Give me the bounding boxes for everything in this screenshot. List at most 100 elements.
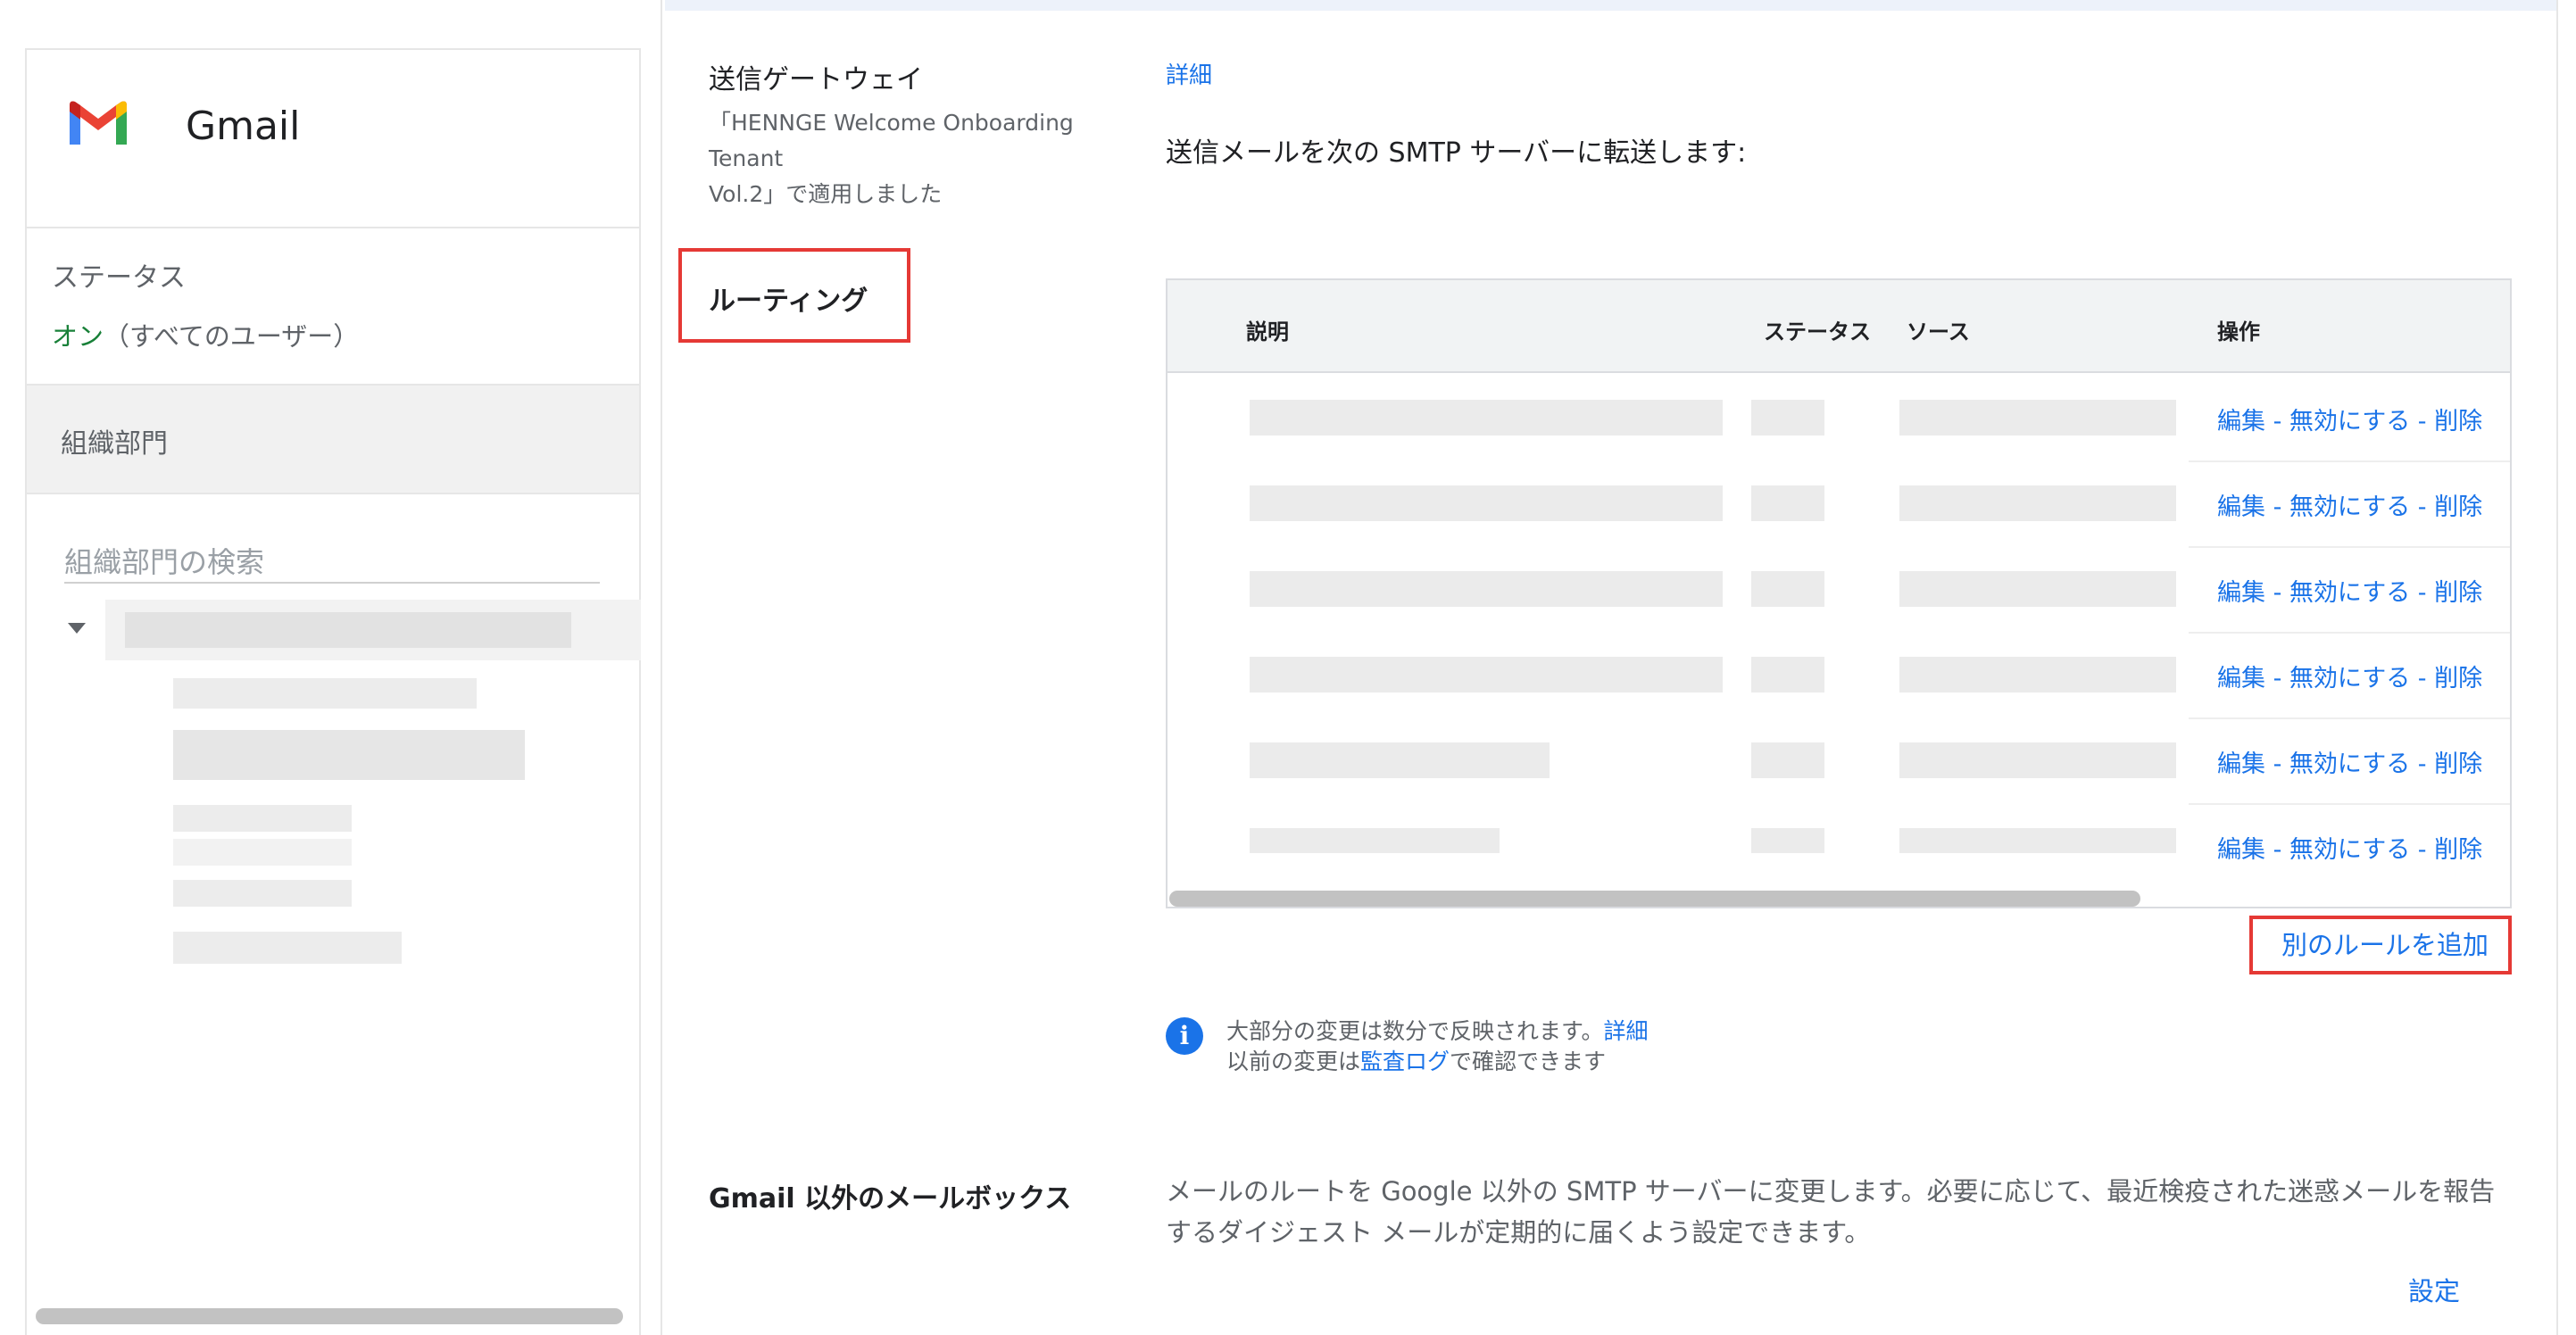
- column-header-actions: 操作: [2217, 319, 2260, 344]
- row-divider: [2189, 803, 2510, 805]
- non-gmail-description: メールのルートを Google 以外の SMTP サーバーに変更します。必要に応…: [1166, 1176, 2496, 1248]
- tree-item[interactable]: [125, 612, 571, 648]
- redacted-source: [1899, 828, 2176, 853]
- row-divider: [2189, 717, 2510, 719]
- tree-item[interactable]: [173, 880, 352, 907]
- delete-rule-link[interactable]: 削除: [2434, 493, 2482, 521]
- applied-line-1: 「HENNGE Welcome Onboarding Tenant: [709, 110, 1074, 171]
- action-separator: -: [2265, 665, 2289, 692]
- redacted-status: [1751, 657, 1824, 692]
- delete-rule-link[interactable]: 削除: [2434, 836, 2482, 864]
- divider: [27, 227, 639, 228]
- edit-rule-link[interactable]: 編集: [2217, 579, 2265, 607]
- outbound-gateway-applied: 「HENNGE Welcome Onboarding Tenant Vol.2」…: [709, 105, 1137, 212]
- tree-item[interactable]: [173, 730, 525, 780]
- outbound-gateway-label: 送信ゲートウェイ: [709, 64, 923, 95]
- action-separator: -: [2265, 836, 2289, 864]
- redacted-description: [1250, 828, 1500, 853]
- gateway-description: 送信メールを次の SMTP サーバーに転送します:: [1166, 137, 1747, 169]
- delete-rule-link[interactable]: 削除: [2434, 750, 2482, 778]
- info-prefix: 以前の変更は: [1226, 1049, 1361, 1074]
- redacted-source: [1899, 571, 2176, 607]
- redacted-status: [1751, 485, 1824, 521]
- left-panel-scrollbar[interactable]: [36, 1308, 623, 1324]
- redacted-source: [1899, 742, 2176, 778]
- disable-rule-link[interactable]: 無効にする: [2289, 408, 2410, 435]
- delete-rule-link[interactable]: 削除: [2434, 665, 2482, 692]
- audit-log-link[interactable]: 監査ログ: [1360, 1049, 1450, 1074]
- info-text: 大部分の変更は数分で反映されます。: [1226, 1018, 1604, 1044]
- row-divider: [2189, 460, 2510, 462]
- gateway-detail-link[interactable]: 詳細: [1166, 57, 1212, 90]
- column-header-source[interactable]: ソース: [1907, 314, 1970, 345]
- action-separator: -: [2410, 750, 2435, 778]
- action-separator: -: [2410, 579, 2435, 607]
- tree-item[interactable]: [173, 678, 477, 709]
- gmail-logo-icon: [70, 101, 127, 145]
- tree-expand-icon[interactable]: [68, 623, 86, 634]
- row-actions: 編集 - 無効にする - 削除: [2217, 830, 2482, 865]
- action-separator: -: [2265, 579, 2289, 607]
- edit-rule-link[interactable]: 編集: [2217, 493, 2265, 521]
- column-header-status[interactable]: ステータス: [1764, 314, 1871, 345]
- disable-rule-link[interactable]: 無効にする: [2289, 493, 2410, 521]
- redacted-source: [1899, 400, 2176, 435]
- edit-rule-link[interactable]: 編集: [2217, 408, 2265, 435]
- action-separator: -: [2410, 408, 2435, 435]
- status-scope: （すべてのユーザー）: [104, 321, 360, 352]
- redacted-description: [1250, 400, 1723, 435]
- status-on-label: オン: [52, 321, 104, 352]
- routing-label: ルーティング: [709, 286, 868, 317]
- tree-item[interactable]: [173, 805, 352, 832]
- row-divider: [2189, 632, 2510, 634]
- table-scrollbar[interactable]: [1169, 891, 2140, 907]
- redacted-status: [1751, 400, 1824, 435]
- disable-rule-link[interactable]: 無効にする: [2289, 836, 2410, 864]
- top-band: [665, 0, 2557, 11]
- action-separator: -: [2410, 665, 2435, 692]
- action-separator: -: [2265, 493, 2289, 521]
- status-value: オン（すべてのユーザー）: [52, 316, 359, 353]
- tree-item[interactable]: [173, 839, 352, 866]
- row-divider: [2189, 546, 2510, 548]
- disable-rule-link[interactable]: 無効にする: [2289, 579, 2410, 607]
- action-separator: -: [2265, 750, 2289, 778]
- column-header-description[interactable]: 説明: [1246, 314, 1289, 345]
- redacted-description: [1250, 657, 1723, 692]
- row-actions: 編集 - 無効にする - 削除: [2217, 487, 2482, 522]
- add-rule-link[interactable]: 別のルールを追加: [2281, 925, 2489, 962]
- disable-rule-link[interactable]: 無効にする: [2289, 750, 2410, 778]
- action-separator: -: [2410, 493, 2435, 521]
- info-line-1: 大部分の変更は数分で反映されます。詳細: [1226, 1014, 1649, 1046]
- info-icon: i: [1166, 1017, 1203, 1055]
- redacted-source: [1899, 657, 2176, 692]
- app-title: Gmail: [186, 104, 301, 149]
- action-separator: -: [2410, 836, 2435, 864]
- redacted-description: [1250, 571, 1723, 607]
- row-actions: 編集 - 無効にする - 削除: [2217, 402, 2482, 436]
- edit-rule-link[interactable]: 編集: [2217, 750, 2265, 778]
- info-suffix: で確認できます: [1450, 1049, 1607, 1074]
- info-line-2: 以前の変更は監査ログで確認できます: [1226, 1044, 1606, 1076]
- edit-rule-link[interactable]: 編集: [2217, 665, 2265, 692]
- non-gmail-mailbox-label: Gmail 以外のメールボックス: [709, 1183, 1072, 1215]
- org-unit-search-input[interactable]: [64, 543, 600, 584]
- org-unit-title: 組織部門: [61, 428, 168, 460]
- tree-item[interactable]: [173, 932, 402, 964]
- row-actions: 編集 - 無効にする - 削除: [2217, 744, 2482, 779]
- redacted-status: [1751, 742, 1824, 778]
- disable-rule-link[interactable]: 無効にする: [2289, 665, 2410, 692]
- redacted-description: [1250, 485, 1723, 521]
- redacted-source: [1899, 485, 2176, 521]
- info-detail-link[interactable]: 詳細: [1604, 1018, 1649, 1044]
- edit-rule-link[interactable]: 編集: [2217, 836, 2265, 864]
- row-actions: 編集 - 無効にする - 削除: [2217, 573, 2482, 608]
- non-gmail-settings-link[interactable]: 設定: [2408, 1271, 2460, 1308]
- panel-edge: [2556, 0, 2558, 1335]
- row-actions: 編集 - 無効にする - 削除: [2217, 659, 2482, 693]
- delete-rule-link[interactable]: 削除: [2434, 579, 2482, 607]
- delete-rule-link[interactable]: 削除: [2434, 408, 2482, 435]
- redacted-description: [1250, 742, 1550, 778]
- redacted-status: [1751, 828, 1824, 853]
- panel-divider: [661, 0, 662, 1335]
